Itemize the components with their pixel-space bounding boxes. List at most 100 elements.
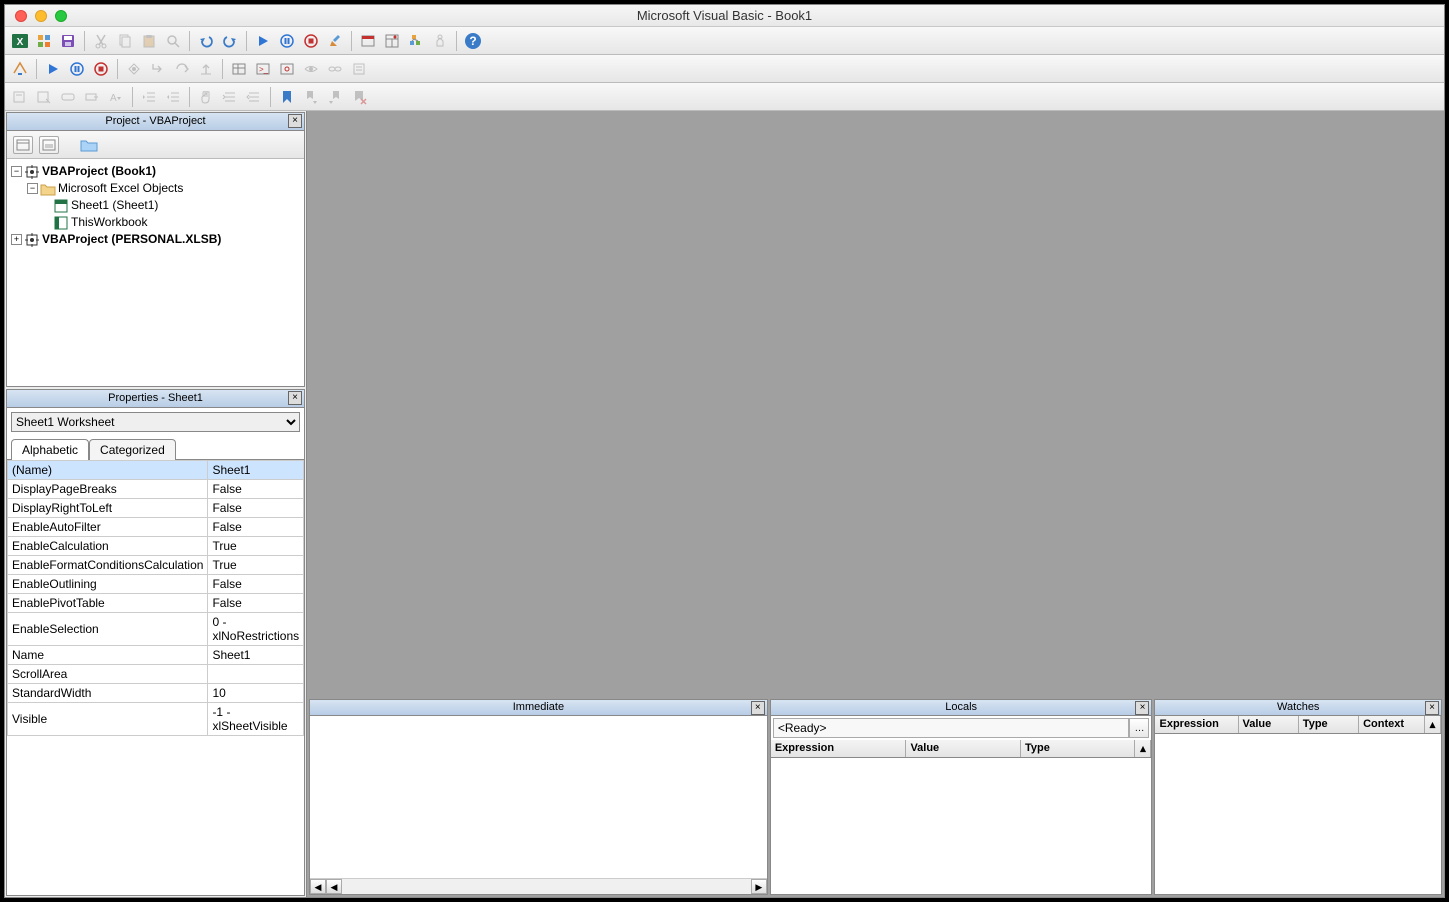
tab-categorized[interactable]: Categorized <box>89 439 176 460</box>
list-constants-button[interactable] <box>33 86 55 108</box>
run-button[interactable] <box>252 30 274 52</box>
prev-bookmark-button[interactable] <box>324 86 346 108</box>
watches-body[interactable] <box>1155 734 1441 894</box>
watches-header-value[interactable]: Value <box>1239 716 1299 733</box>
property-value[interactable]: True <box>208 537 304 556</box>
watches-header-expression[interactable]: Expression <box>1155 716 1238 733</box>
property-value[interactable]: False <box>208 575 304 594</box>
immediate-body[interactable] <box>310 716 767 878</box>
tree-item-sheet1[interactable]: Sheet1 (Sheet1) <box>9 197 302 214</box>
step-out-button[interactable] <box>195 58 217 80</box>
property-row[interactable]: EnableOutliningFalse <box>8 575 304 594</box>
insert-module-button[interactable] <box>33 30 55 52</box>
watches-header-context[interactable]: Context <box>1359 716 1425 733</box>
property-row[interactable]: EnableCalculationTrue <box>8 537 304 556</box>
view-code-button[interactable] <box>13 136 33 154</box>
tab-alphabetic[interactable]: Alphabetic <box>11 439 89 460</box>
run-sub-button[interactable] <box>42 58 64 80</box>
watches-header-type[interactable]: Type <box>1299 716 1359 733</box>
project-explorer-button[interactable] <box>357 30 379 52</box>
scroll-left-button[interactable]: ◀ <box>326 879 342 894</box>
tree-root-personal[interactable]: + VBAProject (PERSONAL.XLSB) <box>9 231 302 248</box>
watches-close-button[interactable]: × <box>1425 701 1439 715</box>
property-value[interactable] <box>208 665 304 684</box>
copy-button[interactable] <box>114 30 136 52</box>
property-value[interactable]: False <box>208 480 304 499</box>
quick-watch-button[interactable] <box>300 58 322 80</box>
scroll-up-icon[interactable]: ▴ <box>1135 740 1151 757</box>
cut-button[interactable] <box>90 30 112 52</box>
next-bookmark-button[interactable] <box>300 86 322 108</box>
complete-word-button[interactable]: A <box>105 86 127 108</box>
property-row[interactable]: EnablePivotTableFalse <box>8 594 304 613</box>
compile-button[interactable] <box>9 58 31 80</box>
tree-folder-excel-objects[interactable]: − Microsoft Excel Objects <box>9 180 302 197</box>
property-row[interactable]: StandardWidth10 <box>8 684 304 703</box>
property-value[interactable]: True <box>208 556 304 575</box>
tree-root-vbaproject[interactable]: − VBAProject (Book1) <box>9 163 302 180</box>
locals-body[interactable] <box>771 758 1152 894</box>
step-into-button[interactable] <box>147 58 169 80</box>
outdent-button[interactable] <box>162 86 184 108</box>
properties-window-button[interactable] <box>381 30 403 52</box>
breakpoint-hand-button[interactable] <box>195 86 217 108</box>
minimize-window-button[interactable] <box>35 10 47 22</box>
watch-window-button[interactable] <box>276 58 298 80</box>
view-object-button[interactable] <box>39 136 59 154</box>
property-row[interactable]: DisplayPageBreaksFalse <box>8 480 304 499</box>
pause-button[interactable] <box>66 58 88 80</box>
property-value[interactable]: 10 <box>208 684 304 703</box>
property-value[interactable]: Sheet1 <box>208 646 304 665</box>
design-mode-button[interactable] <box>324 30 346 52</box>
indent-button[interactable] <box>138 86 160 108</box>
project-tree[interactable]: − VBAProject (Book1) − Microsoft Excel O… <box>7 159 304 386</box>
list-properties-button[interactable] <box>9 86 31 108</box>
uncomment-button[interactable] <box>243 86 265 108</box>
view-excel-button[interactable]: X <box>9 30 31 52</box>
help-button[interactable]: ? <box>462 30 484 52</box>
properties-object-select[interactable]: Sheet1 Worksheet <box>11 412 300 432</box>
toggle-bookmark-button[interactable] <box>276 86 298 108</box>
property-value[interactable]: False <box>208 518 304 537</box>
property-row[interactable]: NameSheet1 <box>8 646 304 665</box>
scroll-right-button[interactable]: ▶ <box>751 879 767 894</box>
comment-button[interactable] <box>219 86 241 108</box>
locals-header-expression[interactable]: Expression <box>771 740 907 757</box>
quick-info-button[interactable] <box>57 86 79 108</box>
properties-grid[interactable]: (Name)Sheet1 DisplayPageBreaksFalse Disp… <box>7 460 304 895</box>
call-stack-button[interactable] <box>324 58 346 80</box>
locals-window-button[interactable] <box>228 58 250 80</box>
toggle-folders-button[interactable] <box>79 137 99 153</box>
break-button[interactable] <box>276 30 298 52</box>
close-window-button[interactable] <box>15 10 27 22</box>
zoom-window-button[interactable] <box>55 10 67 22</box>
immediate-scrollbar[interactable]: ◀ ◀ ▶ <box>310 878 767 894</box>
immediate-window-button[interactable]: >_ <box>252 58 274 80</box>
property-row[interactable]: EnableAutoFilterFalse <box>8 518 304 537</box>
property-value[interactable]: Sheet1 <box>208 461 304 480</box>
properties-panel-close-button[interactable]: × <box>288 391 302 405</box>
property-row[interactable]: ScrollArea <box>8 665 304 684</box>
comment-block-button[interactable] <box>348 58 370 80</box>
save-button[interactable] <box>57 30 79 52</box>
property-value[interactable]: False <box>208 499 304 518</box>
property-row[interactable]: EnableFormatConditionsCalculationTrue <box>8 556 304 575</box>
reset-button[interactable] <box>300 30 322 52</box>
property-row[interactable]: (Name)Sheet1 <box>8 461 304 480</box>
property-value[interactable]: False <box>208 594 304 613</box>
tree-item-thisworkbook[interactable]: ThisWorkbook <box>9 214 302 231</box>
scroll-left-button[interactable]: ◀ <box>310 879 326 894</box>
project-panel-close-button[interactable]: × <box>288 114 302 128</box>
locals-header-value[interactable]: Value <box>906 740 1021 757</box>
stop-button[interactable] <box>90 58 112 80</box>
property-value[interactable]: -1 - xlSheetVisible <box>208 703 304 736</box>
locals-close-button[interactable]: × <box>1135 701 1149 715</box>
scroll-up-icon[interactable]: ▴ <box>1425 716 1441 733</box>
locals-header-type[interactable]: Type <box>1021 740 1136 757</box>
find-button[interactable] <box>162 30 184 52</box>
toggle-breakpoint-button[interactable] <box>123 58 145 80</box>
locals-ellipsis-button[interactable]: … <box>1129 718 1149 738</box>
property-row[interactable]: Visible-1 - xlSheetVisible <box>8 703 304 736</box>
immediate-close-button[interactable]: × <box>751 701 765 715</box>
clear-bookmarks-button[interactable] <box>348 86 370 108</box>
